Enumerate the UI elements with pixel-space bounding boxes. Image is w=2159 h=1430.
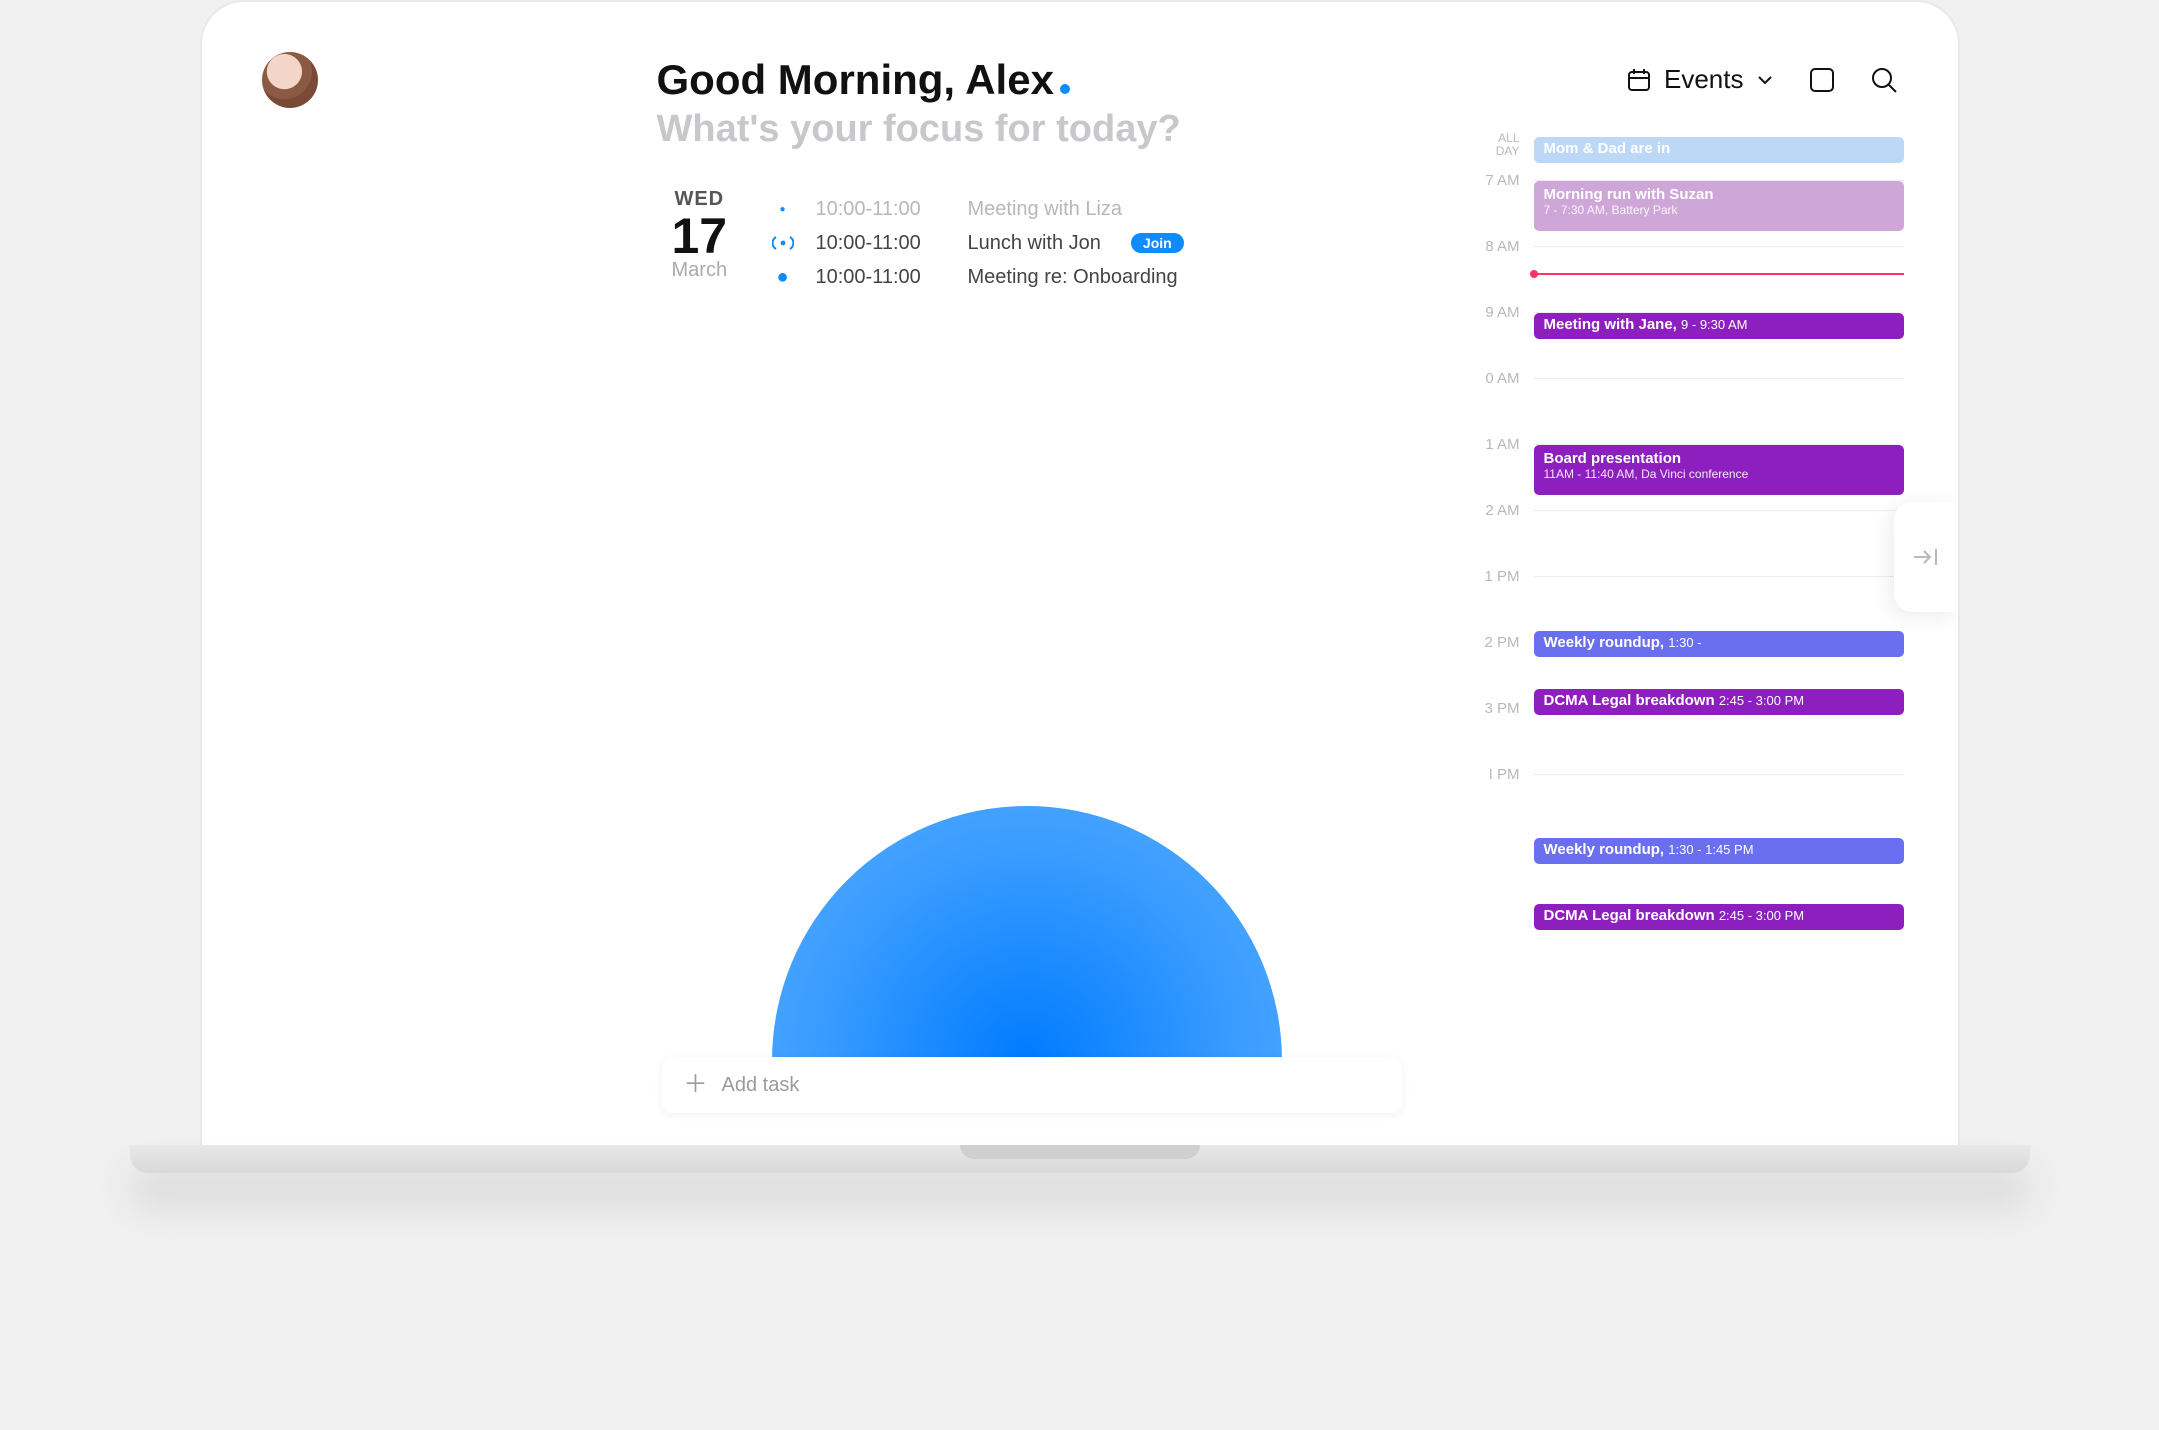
- events-label: Events: [1664, 64, 1744, 95]
- hour-row: 9 AM Meeting with Jane, 9 - 9:30 AM: [1464, 304, 1904, 370]
- event-time: 9 - 9:30 AM: [1681, 317, 1747, 332]
- hour-label: 2 AM: [1464, 502, 1520, 519]
- accent-dot: [1060, 84, 1070, 94]
- event-title: DCMA Legal breakdown: [1544, 907, 1715, 924]
- date-number: 17: [672, 211, 728, 261]
- laptop-base: [130, 1145, 2030, 1173]
- arrow-right-to-line-icon: [1912, 547, 1940, 567]
- hour-label: I PM: [1464, 766, 1520, 783]
- add-task-placeholder: Add task: [722, 1074, 800, 1097]
- hour-label: 1 AM: [1464, 436, 1520, 453]
- upcoming-time: 10:00-11:00: [816, 232, 946, 255]
- hour-row: 2 AM: [1464, 502, 1904, 568]
- event-title: Weekly roundup,: [1544, 841, 1665, 858]
- hour-label: 2 PM: [1464, 634, 1520, 651]
- upcoming-time: 10:00-11:00: [816, 266, 946, 289]
- calendar-event[interactable]: Meeting with Jane, 9 - 9:30 AM: [1534, 313, 1904, 339]
- hour-row: I PM: [1464, 766, 1904, 832]
- event-title: Morning run with Suzan: [1544, 186, 1714, 203]
- events-dropdown[interactable]: Events: [1626, 64, 1774, 95]
- allday-row: ALL DAY Mom & Dad are in: [1464, 132, 1904, 172]
- upcoming-item[interactable]: 10:00-11:00 Lunch with Jon Join: [772, 226, 1184, 260]
- plus-icon: ＋: [684, 1073, 708, 1097]
- dot-icon: ●: [772, 204, 794, 215]
- calendar-event-allday[interactable]: Mom & Dad are in: [1534, 137, 1904, 163]
- upcoming-list: ● 10:00-11:00 Meeting with Liza 10:00-11…: [772, 192, 1184, 294]
- join-button[interactable]: Join: [1131, 233, 1184, 253]
- subtitle: What's your focus for today?: [657, 108, 1181, 151]
- event-subtitle: 7 - 7:30 AM, Battery Park: [1544, 203, 1894, 217]
- hour-row: 8 AM: [1464, 238, 1904, 304]
- upcoming-title: Meeting re: Onboarding: [968, 266, 1178, 289]
- dot-icon: ●: [772, 266, 794, 289]
- day-timeline[interactable]: ALL DAY Mom & Dad are in 7 AM Morning ru…: [1464, 132, 1904, 970]
- current-date: WED 17 March: [672, 188, 728, 282]
- hour-label: 9 AM: [1464, 304, 1520, 321]
- calendar-event[interactable]: Morning run with Suzan 7 - 7:30 AM, Batt…: [1534, 181, 1904, 231]
- hour-label: 1 PM: [1464, 568, 1520, 585]
- hour-row: 7 AM Morning run with Suzan 7 - 7:30 AM,…: [1464, 172, 1904, 238]
- event-time: 2:45 - 3:00 PM: [1719, 908, 1804, 923]
- calendar-event[interactable]: Weekly roundup, 1:30 - 1:45 PM: [1534, 838, 1904, 864]
- hour-row: 1 PM: [1464, 568, 1904, 634]
- event-subtitle: 11AM - 11:40 AM, Da Vinci conference: [1544, 467, 1894, 481]
- sunrise-graphic: [772, 806, 1282, 1061]
- event-title: DCMA Legal breakdown: [1544, 692, 1715, 709]
- hour-row: 1 AM Board presentation 11AM - 11:40 AM,…: [1464, 436, 1904, 502]
- hour-label: 8 AM: [1464, 238, 1520, 255]
- calendar-event[interactable]: Weekly roundup, 1:30 -: [1534, 631, 1904, 657]
- expand-sidebar-button[interactable]: [1894, 502, 1958, 612]
- upcoming-time: 10:00-11:00: [816, 198, 946, 221]
- event-title: Weekly roundup,: [1544, 634, 1665, 651]
- chevron-down-icon: [1756, 71, 1774, 89]
- calendar-event[interactable]: DCMA Legal breakdown 2:45 - 3:00 PM: [1534, 904, 1904, 930]
- calendar-event[interactable]: DCMA Legal breakdown 2:45 - 3:00 PM: [1534, 689, 1904, 715]
- event-time: 1:30 -: [1668, 635, 1701, 650]
- upcoming-title: Lunch with Jon: [968, 232, 1101, 255]
- hour-row: 3 PM DCMA Legal breakdown 2:45 - 3:00 PM: [1464, 700, 1904, 766]
- allday-label: ALL DAY: [1464, 132, 1520, 158]
- layout-toggle-button[interactable]: [1808, 66, 1836, 94]
- event-title: Meeting with Jane,: [1544, 316, 1677, 333]
- live-icon: [772, 235, 794, 251]
- add-task-input[interactable]: ＋ Add task: [662, 1057, 1402, 1113]
- event-title: Mom & Dad are in: [1544, 140, 1671, 157]
- greeting: Good Morning, Alex: [657, 56, 1054, 103]
- hour-row: 0 AM: [1464, 370, 1904, 436]
- hour-label: 7 AM: [1464, 172, 1520, 189]
- now-indicator: [1534, 273, 1904, 275]
- upcoming-item[interactable]: ● 10:00-11:00 Meeting with Liza: [772, 192, 1184, 226]
- hour-label: 3 PM: [1464, 700, 1520, 717]
- event-time: 2:45 - 3:00 PM: [1719, 693, 1804, 708]
- hour-label: 0 AM: [1464, 370, 1520, 387]
- upcoming-item[interactable]: ● 10:00-11:00 Meeting re: Onboarding: [772, 260, 1184, 294]
- calendar-icon: [1626, 67, 1652, 93]
- upcoming-title: Meeting with Liza: [968, 198, 1123, 221]
- search-button[interactable]: [1870, 66, 1898, 94]
- calendar-event[interactable]: Board presentation 11AM - 11:40 AM, Da V…: [1534, 445, 1904, 495]
- event-time: 1:30 - 1:45 PM: [1668, 842, 1753, 857]
- avatar[interactable]: [262, 52, 318, 108]
- event-title: Board presentation: [1544, 450, 1682, 467]
- date-month: March: [672, 259, 728, 282]
